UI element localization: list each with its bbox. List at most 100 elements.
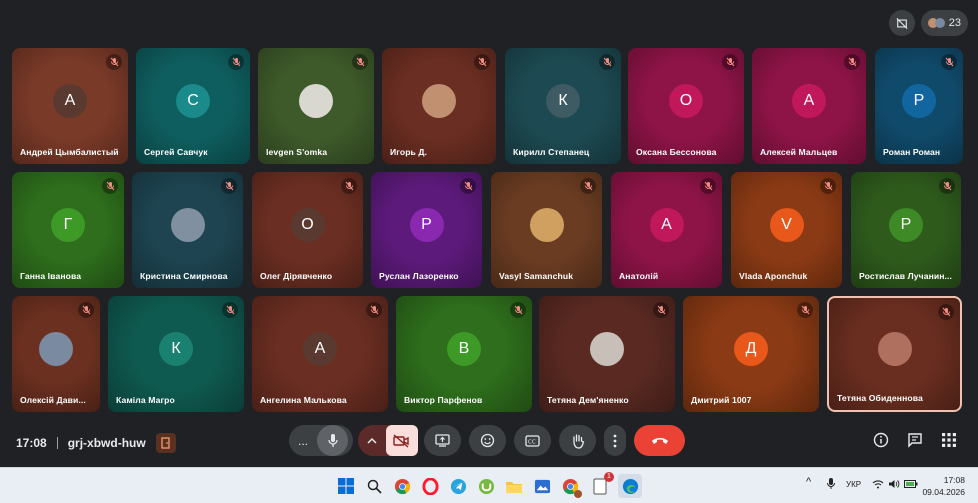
emoji-button[interactable] [469, 425, 506, 456]
camera-options-button[interactable] [358, 437, 386, 444]
participant-name: Олег Дірявченко [260, 271, 333, 281]
participant-tile[interactable]: С Сергей Савчук [136, 48, 250, 164]
mic-off-icon [228, 54, 244, 70]
participant-name: Руслан Лазоренко [379, 271, 459, 281]
taskbar-clock[interactable]: 17:08 09.04.2026 [922, 474, 965, 498]
avatar: К [546, 84, 580, 118]
wifi-icon[interactable] [872, 479, 884, 489]
avatar [590, 332, 624, 366]
participant-name: Сергей Савчук [144, 147, 208, 157]
activities-button[interactable] [940, 431, 958, 449]
participant-tile[interactable]: V Vlada Aponchuk [731, 172, 842, 288]
participant-tile[interactable]: А Андрей Цымбалистый [12, 48, 128, 164]
more-options-button[interactable] [604, 425, 626, 456]
avatar: А [649, 208, 684, 242]
participant-tile[interactable]: Vasyl Samanchuk [491, 172, 602, 288]
avatar [170, 208, 205, 242]
participant-tile[interactable]: А Ангелина Малькова [252, 296, 388, 412]
participant-tile[interactable]: Г Ганна Іванова [12, 172, 124, 288]
show-hidden-icons-chevron-icon[interactable]: ^ [806, 476, 811, 488]
utorrent-icon [478, 478, 494, 494]
participants-button[interactable]: 23 [920, 10, 968, 36]
participant-count: 23 [948, 17, 961, 29]
participant-tile[interactable]: О Оксана Бессонова [628, 48, 744, 164]
image-viewer-icon [534, 479, 550, 493]
more-mic-group: ... [289, 425, 353, 456]
participant-tile[interactable]: Тетяна Дем'яненко [539, 296, 675, 412]
participant-name: Ростислав Лучанин... [859, 271, 953, 281]
start-button[interactable] [336, 476, 356, 496]
avatar: Д [734, 332, 768, 366]
utorrent-taskbar-button[interactable] [476, 476, 496, 496]
participant-tile[interactable]: Р Руслан Лазоренко [371, 172, 482, 288]
more-button[interactable]: ... [289, 434, 317, 448]
raise-hand-button[interactable] [559, 425, 596, 456]
mic-off-icon [700, 178, 716, 194]
avatar [39, 332, 73, 366]
participant-tile[interactable]: В Виктор Парфенов [396, 296, 532, 412]
meeting-code[interactable]: grj-xbwd-huw [68, 436, 146, 450]
participant-name: Vlada Aponchuk [739, 271, 808, 281]
mic-button[interactable] [317, 425, 348, 456]
mic-off-icon [939, 178, 955, 194]
mic-off-icon [106, 54, 122, 70]
mic-off-icon [722, 54, 738, 70]
participant-tile[interactable]: Игорь Д. [382, 48, 496, 164]
present-button[interactable] [424, 425, 461, 456]
taskbar-time: 17:08 [943, 475, 965, 485]
participant-tile[interactable]: А Анатолій [611, 172, 722, 288]
volume-icon[interactable] [888, 479, 900, 489]
meeting-details-button[interactable] [872, 431, 890, 449]
separator [56, 437, 58, 449]
avatar: Р [889, 208, 923, 242]
chat-icon [908, 433, 922, 448]
hide-tiles-button[interactable] [888, 10, 915, 36]
chat-button[interactable] [906, 431, 924, 449]
keyboard-language[interactable]: УКР [846, 480, 861, 489]
end-call-icon [651, 438, 668, 444]
participant-name: Кристина Смирнова [140, 271, 228, 281]
edge-taskbar-button[interactable] [618, 474, 642, 498]
photos-taskbar-button[interactable] [532, 476, 552, 496]
battery-icon[interactable] [904, 480, 918, 488]
avatar: О [669, 84, 703, 118]
mic-off-icon [797, 302, 813, 318]
opera-taskbar-button[interactable] [420, 476, 440, 496]
explorer-taskbar-button[interactable] [504, 476, 524, 496]
participant-name: Андрей Цымбалистый [20, 147, 119, 157]
svg-text:CC: CC [528, 439, 536, 445]
participant-name: Оксана Бессонова [636, 147, 717, 157]
edge-icon [622, 478, 638, 494]
captions-icon: CC [525, 434, 540, 447]
participant-tile[interactable]: К Кирилл Степанец [505, 48, 621, 164]
participant-name: Кирилл Степанец [513, 147, 590, 157]
notes-taskbar-button[interactable]: 1 [590, 472, 614, 496]
participant-tile[interactable]: Кристина Смирнова [132, 172, 243, 288]
camera-toggle-button[interactable] [385, 425, 418, 456]
telegram-taskbar-button[interactable] [448, 476, 468, 496]
participant-tile[interactable]: Р Роман Роман [875, 48, 963, 164]
chevron-up-icon [367, 437, 377, 444]
participant-tile[interactable]: Д Дмитрий 1007 [683, 296, 819, 412]
opera-icon [421, 477, 439, 495]
participant-tile[interactable]: Олексій Дави... [12, 296, 100, 412]
participant-tile[interactable]: Тетяна Обиденнова [827, 296, 962, 412]
participant-tile[interactable]: О Олег Дірявченко [252, 172, 363, 288]
chrome-taskbar-button[interactable] [392, 476, 412, 496]
door-icon[interactable] [155, 433, 176, 453]
participant-tile[interactable]: Ievgen S'omka [258, 48, 374, 164]
avatar [529, 208, 564, 242]
chrome-profile-taskbar-button[interactable] [560, 476, 582, 498]
participant-tile[interactable]: А Алексей Мальцев [752, 48, 866, 164]
avatar: Р [902, 84, 936, 118]
microphone-tray-icon[interactable] [826, 477, 836, 490]
participant-tile[interactable]: Р Ростислав Лучанин... [851, 172, 961, 288]
captions-button[interactable]: CC [514, 425, 551, 456]
participant-tile[interactable]: К Каміла Магро [108, 296, 244, 412]
avatar: В [447, 332, 481, 366]
mic-icon [327, 434, 338, 447]
mic-off-icon [510, 302, 526, 318]
end-call-button[interactable] [634, 425, 685, 456]
search-button[interactable] [364, 476, 384, 496]
top-bar: 23 [888, 10, 968, 36]
